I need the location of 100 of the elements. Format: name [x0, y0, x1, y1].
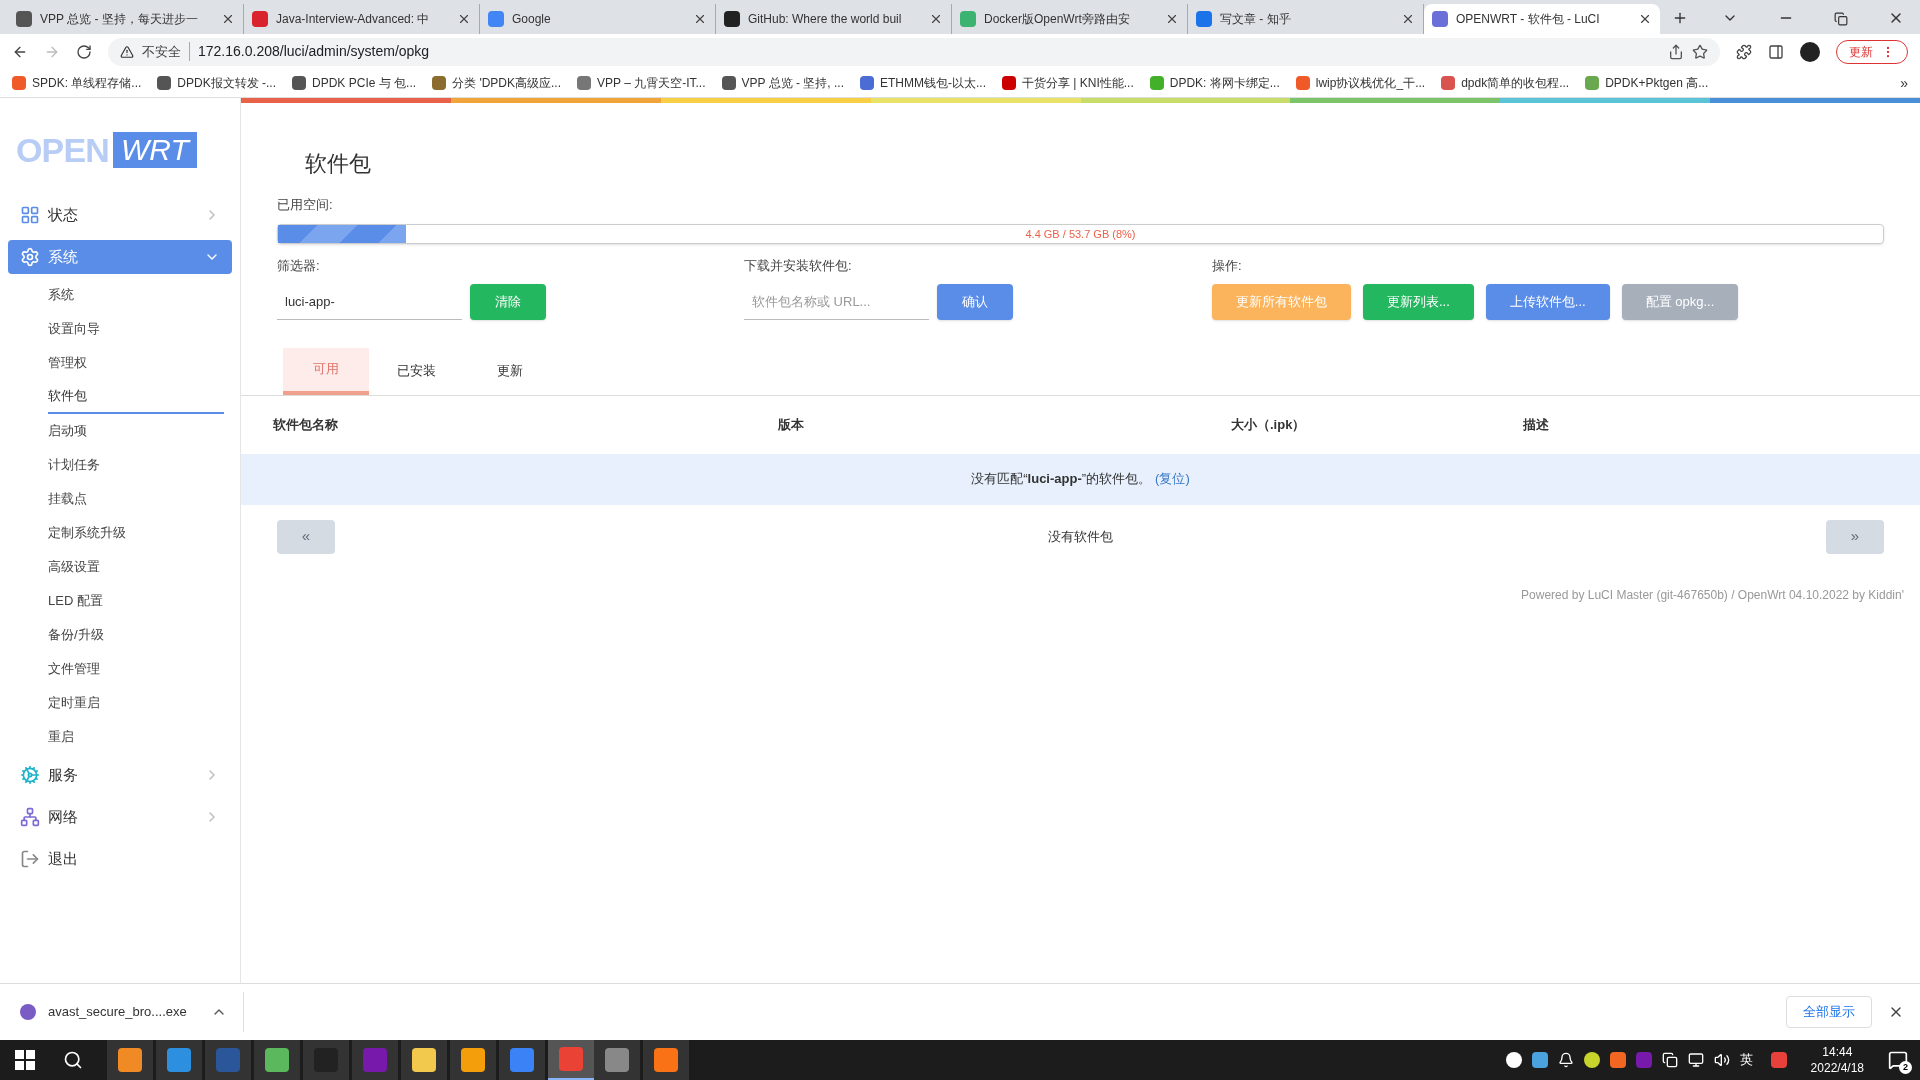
submenu-item[interactable]: 高级设置	[48, 550, 224, 584]
bookmark[interactable]: dpdk简单的收包程...	[1441, 74, 1570, 92]
taskbar-app[interactable]	[548, 1040, 594, 1080]
column-header: 大小（.ipk）	[1231, 415, 1307, 434]
bookmark-title: 干货分享 | KNI性能...	[1021, 75, 1134, 92]
site-icon	[721, 76, 736, 90]
next-button[interactable]: »	[1826, 519, 1884, 554]
bookmark[interactable]: lwip协议栈优化_干...	[1295, 74, 1426, 92]
menu-item[interactable]: 状态	[8, 194, 232, 236]
bookmark[interactable]: DPDK+Pktgen 高...	[1585, 74, 1709, 92]
reset-link[interactable]: (复位)	[1155, 469, 1190, 489]
star-icon[interactable]	[1692, 43, 1708, 60]
tray-icon[interactable]	[1505, 1052, 1522, 1068]
windows-icon[interactable]	[15, 1050, 35, 1070]
more-bookmarks[interactable]: »	[1900, 72, 1908, 94]
bookmark[interactable]: 干货分享 | KNI性能...	[1001, 74, 1134, 92]
close-icon[interactable]	[693, 12, 707, 26]
taskbar-app[interactable]	[254, 1040, 300, 1080]
taskbar-app[interactable]	[450, 1040, 496, 1080]
bookmark-title: lwip协议栈优化_干...	[1315, 75, 1426, 92]
submenu-item[interactable]: 系统	[48, 278, 224, 312]
taskbar-app[interactable]	[107, 1040, 153, 1080]
submenu-item[interactable]: 设置向导	[48, 312, 224, 346]
site-icon	[432, 76, 447, 90]
close-icon[interactable]	[1401, 12, 1415, 26]
address-field[interactable]: 不安全 172.16.0.208/luci/admin/system/opkg	[108, 37, 1720, 66]
new-tab-icon[interactable]	[1672, 10, 1688, 26]
network-icon[interactable]	[1687, 1052, 1704, 1068]
submenu-item[interactable]: 备份/升级	[48, 618, 224, 652]
browser-tab[interactable]: OPENWRT - 软件包 - LuCI	[1424, 4, 1660, 34]
volume-icon[interactable]	[1713, 1052, 1730, 1068]
tray-icon[interactable]	[1583, 1052, 1600, 1068]
menu-item[interactable]: 服务	[8, 754, 232, 796]
usage-label: 已用空间:	[277, 197, 333, 212]
bookmark-title: DPDK报文转发 -...	[177, 75, 277, 92]
bell-icon[interactable]	[1557, 1052, 1574, 1068]
bookmark[interactable]: DPDK PCIe 与 包...	[292, 74, 417, 92]
bookmark[interactable]: VPP – 九霄天空-IT...	[577, 74, 706, 92]
download-item[interactable]: avast_secure_bro....exe	[0, 992, 244, 1032]
bookmark[interactable]: ETHMM钱包-以太...	[859, 74, 986, 92]
close-icon[interactable]	[929, 12, 943, 26]
side-panel-icon[interactable]	[1768, 43, 1784, 60]
tab-title: Google	[512, 11, 552, 28]
submenu-item[interactable]: 启动项	[48, 414, 224, 448]
bookmark[interactable]: DPDK: 将网卡绑定...	[1149, 74, 1280, 92]
site-icon	[1441, 76, 1456, 90]
submenu-item[interactable]: 定制系统升级	[48, 516, 224, 550]
notification-button[interactable]: 2	[1876, 1040, 1920, 1080]
bookmark[interactable]: SPDK: 单线程存储...	[12, 74, 142, 92]
site-icon	[1196, 11, 1212, 27]
submenu-item[interactable]: 挂载点	[48, 482, 224, 516]
package-tab[interactable]: 已安装	[369, 347, 463, 395]
taskbar-app[interactable]	[499, 1040, 545, 1080]
submenu-item[interactable]: 计划任务	[48, 448, 224, 482]
menu-icon	[20, 765, 40, 785]
submenu-item[interactable]: 文件管理	[48, 652, 224, 686]
package-field[interactable]: 软件包名称或 URL...	[744, 283, 929, 320]
filter-label: 筛选器:	[277, 257, 321, 275]
menu-item[interactable]: 退出	[8, 838, 232, 880]
share-icon[interactable]	[1668, 43, 1684, 60]
bookmark[interactable]: DPDK报文转发 -...	[157, 74, 277, 92]
column-header: 软件包名称	[272, 415, 339, 434]
empty-message: 没有匹配“luci-app-”的软件包。	[971, 470, 1152, 489]
submenu-item[interactable]: 定时重启	[48, 686, 224, 720]
taskbar-app[interactable]	[401, 1040, 447, 1080]
package-tab[interactable]: 更新	[463, 347, 557, 395]
submenu-item[interactable]: LED 配置	[48, 584, 224, 618]
submenu-item[interactable]: 软件包	[48, 380, 224, 414]
restore-icon[interactable]	[1834, 12, 1848, 26]
avatar-icon[interactable]	[1800, 41, 1820, 62]
logo-badge: WRT	[112, 132, 197, 168]
extensions-icon[interactable]	[1736, 43, 1752, 60]
bookmark-title: ETHMM钱包-以太...	[879, 75, 986, 92]
taskbar-app[interactable]	[156, 1040, 202, 1080]
submenu-item[interactable]: 管理权	[48, 346, 224, 380]
close-icon[interactable]	[1165, 12, 1179, 26]
tray-icon[interactable]	[1661, 1052, 1678, 1068]
menu-item[interactable]: 网络	[8, 796, 232, 838]
footer-text: Powered by LuCI Master (git-467650b) / OpenWrt 04.10.2022 by Kiddin'	[1521, 586, 1904, 604]
taskbar-app[interactable]	[594, 1040, 640, 1080]
tab-title: OPENWRT - 软件包 - LuCI	[1456, 11, 1601, 28]
menu-icon	[20, 807, 40, 827]
previous-button[interactable]: «	[277, 519, 335, 554]
input-language[interactable]: 英	[1739, 1050, 1753, 1070]
submenu-item[interactable]: 重启	[48, 720, 224, 754]
show-all-button[interactable]: 全部显示	[1786, 996, 1872, 1028]
reload-icon[interactable]	[76, 43, 92, 60]
bookmark[interactable]: VPP 总览 - 坚持, ...	[721, 74, 844, 92]
search-icon[interactable]	[63, 1050, 83, 1070]
tray-icon[interactable]	[1531, 1052, 1548, 1068]
close-icon[interactable]	[1638, 12, 1652, 26]
page-title: 软件包	[305, 150, 372, 178]
close-icon[interactable]	[457, 12, 471, 26]
installer-icon	[20, 1004, 36, 1020]
filter-field[interactable]: luci-app-	[277, 283, 462, 320]
clock[interactable]: 14:44 2022/4/18	[1810, 1044, 1864, 1076]
site-icon	[12, 76, 26, 90]
close-icon[interactable]	[221, 12, 235, 26]
taskbar-app[interactable]	[643, 1040, 689, 1080]
bookmark[interactable]: 分类 'DPDK高级应...	[432, 74, 562, 92]
